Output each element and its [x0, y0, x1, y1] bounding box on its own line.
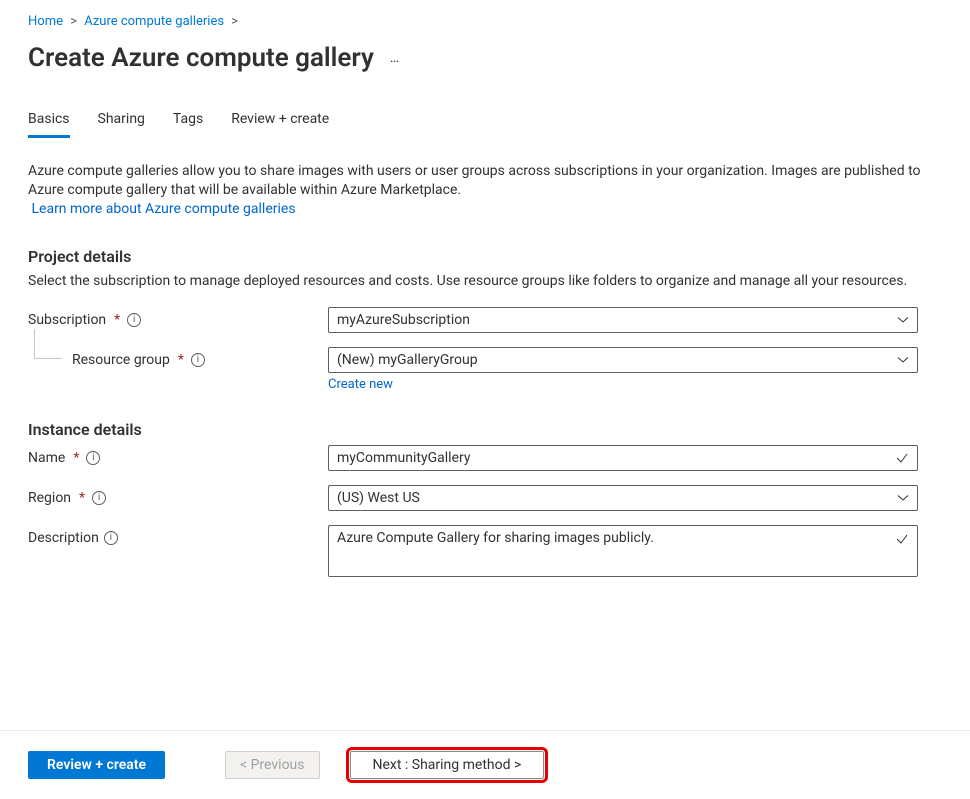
subscription-value: myAzureSubscription — [337, 312, 897, 328]
row-resource-group: Resource group * i (New) myGalleryGroup … — [28, 347, 942, 392]
row-subscription: Subscription * i myAzureSubscription — [28, 307, 942, 333]
tab-sharing[interactable]: Sharing — [98, 111, 145, 138]
nav-buttons: < Previous Next : Sharing method > — [225, 751, 544, 779]
review-create-button[interactable]: Review + create — [28, 751, 165, 779]
name-input[interactable] — [328, 445, 918, 471]
chevron-down-icon — [897, 314, 909, 326]
footer-bar: Review + create < Previous Next : Sharin… — [0, 730, 970, 799]
region-select[interactable]: (US) West US — [328, 485, 918, 511]
tabs: Basics Sharing Tags Review + create — [28, 111, 942, 138]
next-button[interactable]: Next : Sharing method > — [350, 751, 545, 779]
resource-group-select[interactable]: (New) myGalleryGroup — [328, 347, 918, 373]
chevron-down-icon — [897, 492, 909, 504]
info-icon[interactable]: i — [191, 353, 205, 367]
subscription-label: Subscription * i — [28, 307, 328, 328]
page-title: Create Azure compute gallery — [28, 43, 374, 73]
resource-group-label: Resource group * i — [28, 347, 328, 368]
tab-tags[interactable]: Tags — [173, 111, 203, 138]
chevron-down-icon — [897, 354, 909, 366]
name-text-input[interactable] — [337, 450, 895, 466]
description-input-cell: Azure Compute Gallery for sharing images… — [328, 525, 918, 577]
intro-block: Azure compute galleries allow you to sha… — [28, 162, 938, 219]
row-description: Description i Azure Compute Gallery for … — [28, 525, 942, 577]
create-new-link[interactable]: Create new — [328, 377, 393, 392]
intro-learn-more-link[interactable]: Learn more about Azure compute galleries — [31, 201, 295, 217]
info-icon[interactable]: i — [104, 531, 118, 545]
more-actions-icon[interactable]: … — [390, 50, 400, 66]
region-label: Region * i — [28, 485, 328, 506]
name-label: Name * i — [28, 445, 328, 466]
project-details-heading: Project details — [28, 247, 942, 266]
resource-group-input-cell: (New) myGalleryGroup Create new — [328, 347, 918, 392]
description-value: Azure Compute Gallery for sharing images… — [337, 530, 909, 572]
breadcrumb: Home > Azure compute galleries > — [28, 14, 942, 29]
breadcrumb-home[interactable]: Home — [28, 14, 63, 29]
title-row: Create Azure compute gallery … — [28, 43, 942, 73]
region-value: (US) West US — [337, 490, 897, 506]
tab-review[interactable]: Review + create — [231, 111, 329, 138]
check-icon — [895, 532, 909, 546]
resource-group-value: (New) myGalleryGroup — [337, 352, 897, 368]
required-icon: * — [79, 490, 85, 506]
breadcrumb-galleries[interactable]: Azure compute galleries — [84, 14, 224, 29]
create-new-link-wrap: Create new — [328, 377, 918, 392]
required-icon: * — [178, 352, 184, 368]
row-region: Region * i (US) West US — [28, 485, 942, 511]
tab-basics[interactable]: Basics — [28, 111, 70, 138]
name-input-cell — [328, 445, 918, 471]
instance-details-heading: Instance details — [28, 420, 942, 439]
subscription-input-cell: myAzureSubscription — [328, 307, 918, 333]
breadcrumb-sep: > — [231, 14, 238, 29]
check-icon — [895, 451, 909, 465]
tree-connector-icon — [34, 329, 62, 359]
row-name: Name * i — [28, 445, 942, 471]
required-icon: * — [114, 312, 120, 328]
intro-text: Azure compute galleries allow you to sha… — [28, 163, 921, 198]
required-icon: * — [73, 450, 79, 466]
info-icon[interactable]: i — [86, 451, 100, 465]
project-details-desc: Select the subscription to manage deploy… — [28, 272, 938, 291]
description-label: Description i — [28, 525, 328, 546]
previous-button: < Previous — [225, 751, 319, 779]
subscription-label-text: Subscription — [28, 312, 106, 328]
create-gallery-page: Home > Azure compute galleries > Create … — [0, 0, 970, 799]
resource-group-label-text: Resource group — [72, 352, 170, 368]
region-label-text: Region — [28, 490, 71, 506]
breadcrumb-sep: > — [70, 14, 77, 29]
description-label-text: Description — [28, 530, 99, 546]
info-icon[interactable]: i — [92, 491, 106, 505]
subscription-select[interactable]: myAzureSubscription — [328, 307, 918, 333]
description-textarea[interactable]: Azure Compute Gallery for sharing images… — [328, 525, 918, 577]
info-icon[interactable]: i — [127, 313, 141, 327]
region-input-cell: (US) West US — [328, 485, 918, 511]
name-label-text: Name — [28, 450, 65, 466]
